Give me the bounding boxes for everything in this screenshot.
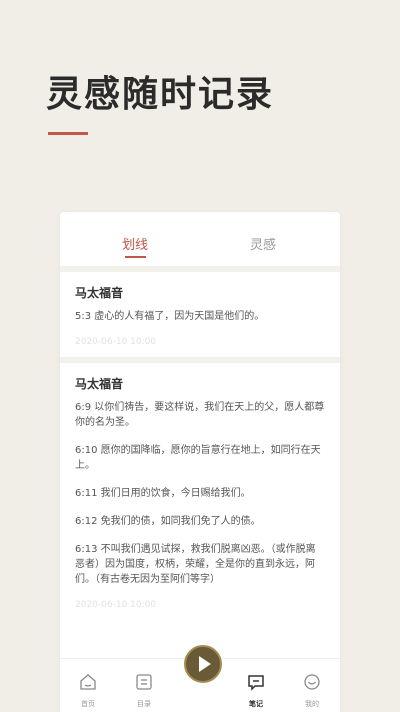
tab-inspiration[interactable]: 灵感	[250, 234, 276, 253]
home-icon	[80, 674, 96, 690]
bottom-nav: 首页 目录 笔记 我的	[60, 645, 340, 712]
nav-notes-label: 笔记	[249, 700, 263, 708]
verse-text: 5:3 虚心的人有福了，因为天国是他们的。	[75, 311, 265, 322]
profile-icon	[304, 674, 320, 690]
tab-bar: 划线 灵感	[60, 212, 340, 266]
nav-profile[interactable]: 我的	[284, 659, 340, 712]
tab-indicator	[125, 256, 146, 258]
note-title: 马太福音	[75, 286, 124, 300]
play-icon	[199, 656, 211, 672]
verse-text: 6:9 以你们祷告，要这样说，我们在天上的父，愿人都尊你的名为圣。	[75, 402, 325, 428]
note-date: 2020-06-10 10:00	[75, 337, 157, 347]
tab-highlights[interactable]: 划线	[122, 234, 148, 253]
hero-underline	[48, 132, 88, 135]
nav-home[interactable]: 首页	[60, 659, 116, 712]
verse-text: 6:12 免我们的债，如同我们免了人的债。	[75, 516, 261, 527]
catalog-icon	[136, 674, 152, 690]
play-button[interactable]	[184, 645, 222, 683]
notes-icon	[248, 675, 264, 691]
list-item[interactable]: 马太福音 6:9 以你们祷告，要这样说，我们在天上的父，愿人都尊你的名为圣。 6…	[60, 357, 340, 620]
notes-list: 马太福音 5:3 虚心的人有福了，因为天国是他们的。 2020-06-10 10…	[60, 266, 340, 620]
verse-text: 6:10 愿你的国降临，愿你的旨意行在地上，如同行在天上。	[75, 445, 321, 471]
nav-profile-label: 我的	[305, 700, 319, 708]
nav-home-label: 首页	[81, 700, 95, 708]
nav-catalog-label: 目录	[137, 700, 151, 708]
notes-card: 划线 灵感 马太福音 5:3 虚心的人有福了，因为天国是他们的。 2020-06…	[60, 212, 340, 711]
nav-notes[interactable]: 笔记	[228, 659, 284, 712]
verse-text: 6:11 我们日用的饮食，今日赐给我们。	[75, 488, 251, 499]
verse-text: 6:13 不叫我们遇见试探，救我们脱离凶恶。（或作脱离恶者）因为国度，权柄，荣耀…	[75, 544, 316, 585]
note-date: 2020-06-10 10:00	[75, 600, 157, 610]
hero-title: 灵感随时记录	[46, 73, 275, 115]
nav-catalog[interactable]: 目录	[116, 659, 172, 712]
list-item[interactable]: 马太福音 5:3 虚心的人有福了，因为天国是他们的。 2020-06-10 10…	[60, 266, 340, 357]
note-title: 马太福音	[75, 377, 124, 391]
